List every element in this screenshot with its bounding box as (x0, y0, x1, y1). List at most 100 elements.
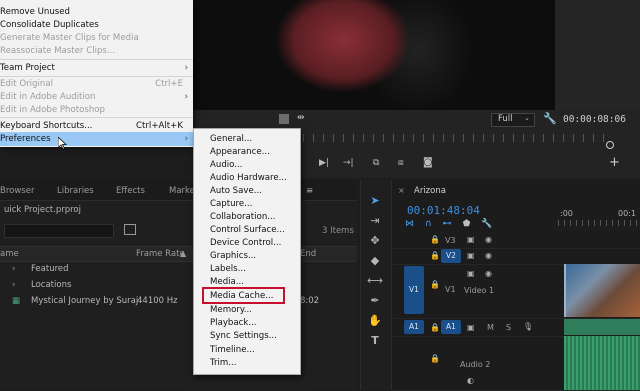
list-item[interactable]: › Featured (0, 262, 357, 278)
menu-item-edit-original[interactable]: Edit Original Ctrl+E (0, 77, 193, 91)
timeline-timecode[interactable]: 00:01:48:04 (407, 204, 480, 217)
track-a2[interactable]: 🔒 Audio 2 ◐ (392, 336, 640, 391)
eye-icon[interactable]: ◉ (485, 235, 492, 244)
search-input[interactable] (4, 224, 114, 238)
snap-icon[interactable]: ∩ (425, 219, 443, 229)
sync-lock-icon[interactable]: ▣ (467, 251, 475, 260)
lock-icon[interactable]: 🔒 (430, 323, 440, 332)
submenu-item-memory[interactable]: Memory... (210, 304, 252, 317)
eye-icon[interactable]: ◉ (485, 251, 492, 260)
submenu-item-sync-settings[interactable]: Sync Settings... (210, 330, 277, 343)
microphone-icon[interactable]: 🎙 (523, 322, 533, 331)
solo-button[interactable]: S (506, 323, 511, 332)
sync-lock-icon[interactable]: ▣ (467, 269, 475, 278)
menu-item-generate-master-clips[interactable]: Generate Master Clips for Media (0, 31, 193, 45)
ripple-edit-icon[interactable]: ✥ (367, 234, 383, 248)
wrench-icon[interactable]: 🔧 (543, 112, 557, 125)
tab-effects[interactable]: Effects (116, 186, 145, 196)
lock-icon[interactable]: 🔒 (430, 235, 440, 244)
menu-item-edit-in-photoshop[interactable]: Edit in Adobe Photoshop (0, 103, 193, 117)
menu-item-edit-in-audition[interactable]: Edit in Adobe Audition › (0, 90, 193, 104)
submenu-item-general[interactable]: General... (210, 133, 252, 146)
eye-icon[interactable]: ◉ (485, 269, 492, 278)
tab-browser[interactable]: Browser (0, 186, 34, 196)
submenu-item-graphics[interactable]: Graphics... (210, 250, 256, 263)
volume-icon[interactable]: ◐ (467, 376, 474, 385)
overwrite-icon[interactable]: ⧈ (398, 158, 404, 168)
expand-icon[interactable]: › (12, 280, 15, 290)
panel-menu-icon[interactable]: ≡ (306, 186, 313, 196)
audio-waveform-clip[interactable] (564, 336, 640, 390)
list-item[interactable]: › Locations (0, 278, 357, 294)
submenu-item-trim[interactable]: Trim... (210, 357, 236, 370)
lock-icon[interactable]: 🔒 (430, 251, 440, 260)
lock-icon[interactable]: 🔒 (430, 280, 440, 289)
submenu-item-audio-hardware[interactable]: Audio Hardware... (210, 172, 287, 185)
row-name: Mystical Journey by Suraj (31, 296, 139, 306)
column-end[interactable]: End (300, 249, 316, 259)
insert-icon[interactable]: ⧉ (373, 158, 379, 168)
selection-tool-icon[interactable]: ➤ (367, 194, 383, 208)
submenu-item-auto-save[interactable]: Auto Save... (210, 185, 262, 198)
type-tool-icon[interactable]: T (367, 334, 383, 348)
linked-selection-icon[interactable]: ⊷ (443, 219, 463, 229)
hand-tool-icon[interactable]: ✋ (367, 314, 383, 328)
track-select-icon[interactable]: ⇥ (367, 214, 383, 228)
mute-button[interactable]: M (487, 323, 494, 332)
list-item[interactable]: ▦ Mystical Journey by Suraj 44100 Hz 8:0… (0, 294, 357, 310)
play-icon[interactable]: ▶| (319, 158, 329, 168)
fit-arrows-icon[interactable]: ⇹ (297, 113, 305, 123)
track-v1[interactable]: V1 🔒 V1 ▣ ◉ Video 1 (392, 264, 640, 319)
new-search-bin-icon[interactable] (124, 224, 136, 235)
track-a1[interactable]: A1 🔒 A1 ▣ M S 🎙 (392, 318, 640, 337)
lock-icon[interactable]: 🔒 (430, 354, 440, 363)
column-name[interactable]: ame (0, 249, 19, 259)
submenu-item-playback[interactable]: Playback... (210, 317, 257, 330)
timeline-ruler[interactable]: :00 00:1 (558, 205, 640, 231)
submenu-item-appearance[interactable]: Appearance... (210, 146, 270, 159)
slip-tool-icon[interactable]: ⟷ (367, 274, 383, 288)
track-v2[interactable]: 🔒 V2 ▣ ◉ (392, 248, 640, 265)
menu-item-reassociate-master-clips[interactable]: Reassociate Master Clips... (0, 44, 193, 58)
source-patch-a1[interactable]: A1 (404, 320, 424, 334)
add-button-icon[interactable]: + (609, 155, 620, 170)
pen-tool-icon[interactable]: ✒ (367, 294, 383, 308)
submenu-item-device-control[interactable]: Device Control... (210, 237, 281, 250)
track-label-selected[interactable]: V2 (441, 249, 461, 263)
menu-item-team-project[interactable]: Team Project › (0, 61, 193, 75)
submenu-item-control-surface[interactable]: Control Surface... (210, 224, 285, 237)
source-patch-v1[interactable]: V1 (404, 266, 424, 314)
tab-libraries[interactable]: Libraries (57, 186, 94, 196)
marker-icon[interactable] (279, 114, 289, 124)
submenu-item-collaboration[interactable]: Collaboration... (210, 211, 275, 224)
menu-item-consolidate-duplicates[interactable]: Consolidate Duplicates (0, 18, 193, 32)
video-clip[interactable] (564, 264, 640, 317)
program-monitor-video (193, 0, 555, 110)
fit-dropdown[interactable]: Full ⌄ (491, 113, 535, 127)
menu-item-keyboard-shortcuts[interactable]: Keyboard Shortcuts... Ctrl+Alt+K (0, 119, 193, 133)
sync-lock-icon[interactable]: ▣ (467, 235, 475, 244)
submenu-item-capture[interactable]: Capture... (210, 198, 252, 211)
sync-lock-icon[interactable]: ▣ (467, 323, 475, 332)
audio-clip[interactable] (564, 319, 640, 335)
sequence-tab[interactable]: Arizona (414, 186, 446, 196)
razor-tool-icon[interactable]: ◆ (367, 254, 383, 268)
row-name: Featured (31, 264, 69, 274)
submenu-item-timeline[interactable]: Timeline... (210, 344, 255, 357)
close-icon[interactable]: × (398, 186, 405, 195)
submenu-item-audio[interactable]: Audio... (210, 159, 242, 172)
submenu-item-labels[interactable]: Labels... (210, 263, 246, 276)
sort-up-icon[interactable]: ▲ (180, 249, 186, 258)
nest-icon[interactable]: ⋈ (405, 219, 425, 229)
add-marker-icon[interactable]: ⬟ (463, 219, 482, 229)
menu-item-preferences[interactable]: Preferences › (0, 132, 193, 146)
out-point-handle[interactable] (606, 141, 614, 149)
tab-markers[interactable]: Marke (169, 186, 195, 196)
track-v3[interactable]: 🔒 V3 ▣ ◉ (392, 232, 640, 249)
settings-wrench-icon[interactable]: 🔧 (481, 219, 503, 229)
step-forward-icon[interactable]: →| (343, 158, 354, 168)
menu-item-remove-unused[interactable]: Remove Unused (0, 5, 193, 19)
column-frame-rate[interactable]: Frame Rate (136, 249, 185, 259)
camera-icon[interactable]: ◙ (423, 157, 433, 168)
track-label-selected[interactable]: A1 (441, 320, 461, 334)
